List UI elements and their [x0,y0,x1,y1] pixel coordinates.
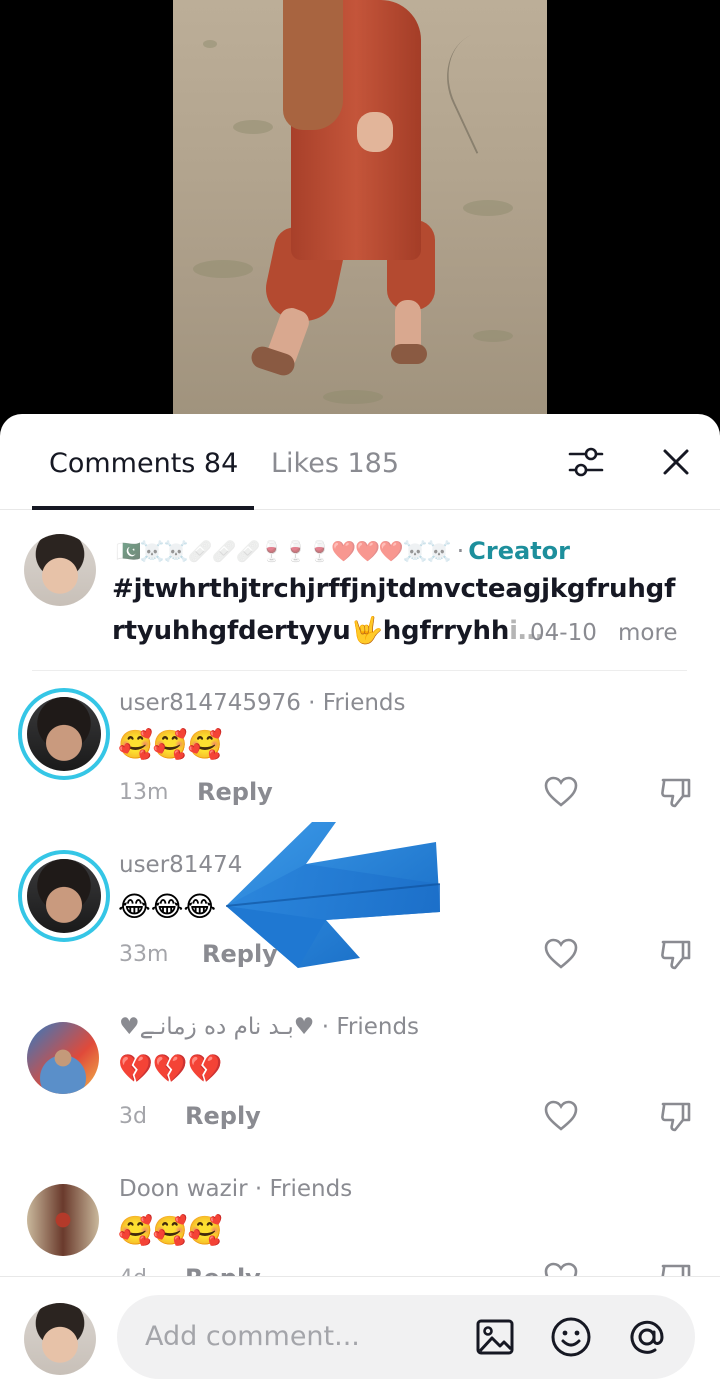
ground-speck [193,260,253,278]
comment-text: 😂😂😂 [118,891,217,922]
creator-badge: · Creator [457,537,570,565]
dislike-icon[interactable] [658,774,694,810]
avatar[interactable] [27,859,101,933]
emoji-icon[interactable] [549,1315,593,1359]
active-tab-indicator [32,506,254,510]
tag-separator: · [456,537,465,565]
comment-author[interactable]: Doon wazir · Friends [119,1176,352,1202]
story-ring[interactable] [18,688,110,780]
avatar[interactable] [24,534,96,606]
dislike-icon[interactable] [658,1098,694,1134]
person-scarf [283,0,343,130]
image-icon[interactable] [473,1315,517,1359]
avatar[interactable] [24,1303,96,1375]
creator-comment-text-2: rtyuhhgfdertyyu🤟hgfrryhhi… [112,616,544,646]
creator-comment-text: #jtwhrthjtrchjrffjnjtdmvcteagjkgfruhgf [112,574,676,604]
dry-branch [429,16,547,154]
comments-sheet: Comments 84 Likes 185 🇵🇰☠️☠️🩹🩹🩹🍷🍷🍷❤️❤️❤️… [0,414,720,1380]
comment-time: 3d [119,1104,147,1129]
comment-time: 13m [119,780,169,805]
reply-button[interactable]: Reply [185,1102,261,1130]
comment-time: 33m [119,942,169,967]
mention-icon[interactable] [625,1315,669,1359]
heart-icon[interactable] [543,774,579,810]
ground-speck [233,120,273,134]
filter-icon [568,447,604,477]
tab-comments[interactable]: Comments 84 [49,448,238,479]
comment-time: 4d [119,1266,147,1276]
ground-speck [473,330,513,342]
comment-composer: Add comment... [0,1276,720,1380]
comment-text: 🥰🥰🥰 [118,729,223,760]
dislike-icon[interactable] [658,1260,694,1276]
comment-item[interactable]: ♥بـد نام ده زمانـے♥ · Friends 💔💔💔 3d Rep… [0,1014,720,1174]
arrow-pointer-icon [226,822,440,968]
reply-button[interactable]: Reply [185,1264,261,1276]
story-ring[interactable] [18,850,110,942]
dislike-icon[interactable] [658,936,694,972]
video-player[interactable] [0,0,720,430]
comment-text: 🥰🥰🥰 [118,1215,223,1246]
avatar[interactable] [27,1022,99,1094]
creator-label: Creator [468,537,570,565]
comment-text: 💔💔💔 [118,1053,223,1084]
reply-button[interactable]: Reply [197,778,273,806]
comment-author[interactable]: user814745976 · Friends [119,690,406,716]
filter-button[interactable] [566,442,606,482]
comment-author[interactable]: user81474 [119,852,242,878]
heart-icon[interactable] [543,936,579,972]
creator-emoji-name: 🇵🇰☠️☠️🩹🩹🩹🍷🍷🍷❤️❤️❤️☠️☠️ [116,539,452,563]
comment-placeholder: Add comment... [145,1321,360,1352]
sheet-header: Comments 84 Likes 185 [0,414,720,510]
heart-icon[interactable] [543,1260,579,1276]
avatar[interactable] [27,697,101,771]
divider [32,670,687,671]
ground-speck [203,40,217,48]
comment-item[interactable]: Doon wazir · Friends 🥰🥰🥰 4d Reply [0,1176,720,1276]
avatar[interactable] [27,1184,99,1256]
more-link[interactable]: more [618,620,678,646]
close-button[interactable] [656,442,696,482]
comment-input[interactable]: Add comment... [117,1295,695,1379]
creator-comment-line2: rtyuhhgfdertyyu🤟hgfrryhh [112,616,510,646]
person-hand [357,112,393,152]
comment-date: 04-10 [530,620,597,646]
creator-comment[interactable]: 🇵🇰☠️☠️🩹🩹🩹🍷🍷🍷❤️❤️❤️☠️☠️ · Creator #jtwhrth… [0,534,720,672]
comment-author[interactable]: ♥بـد نام ده زمانـے♥ · Friends [119,1014,419,1040]
heart-icon[interactable] [543,1098,579,1134]
video-frame [173,0,547,430]
ground-speck [463,200,513,216]
sandal [391,344,427,364]
close-icon [663,449,689,475]
creator-header: 🇵🇰☠️☠️🩹🩹🩹🍷🍷🍷❤️❤️❤️☠️☠️ · Creator [116,534,570,568]
tab-likes[interactable]: Likes 185 [271,448,399,479]
ground-speck [323,390,383,404]
